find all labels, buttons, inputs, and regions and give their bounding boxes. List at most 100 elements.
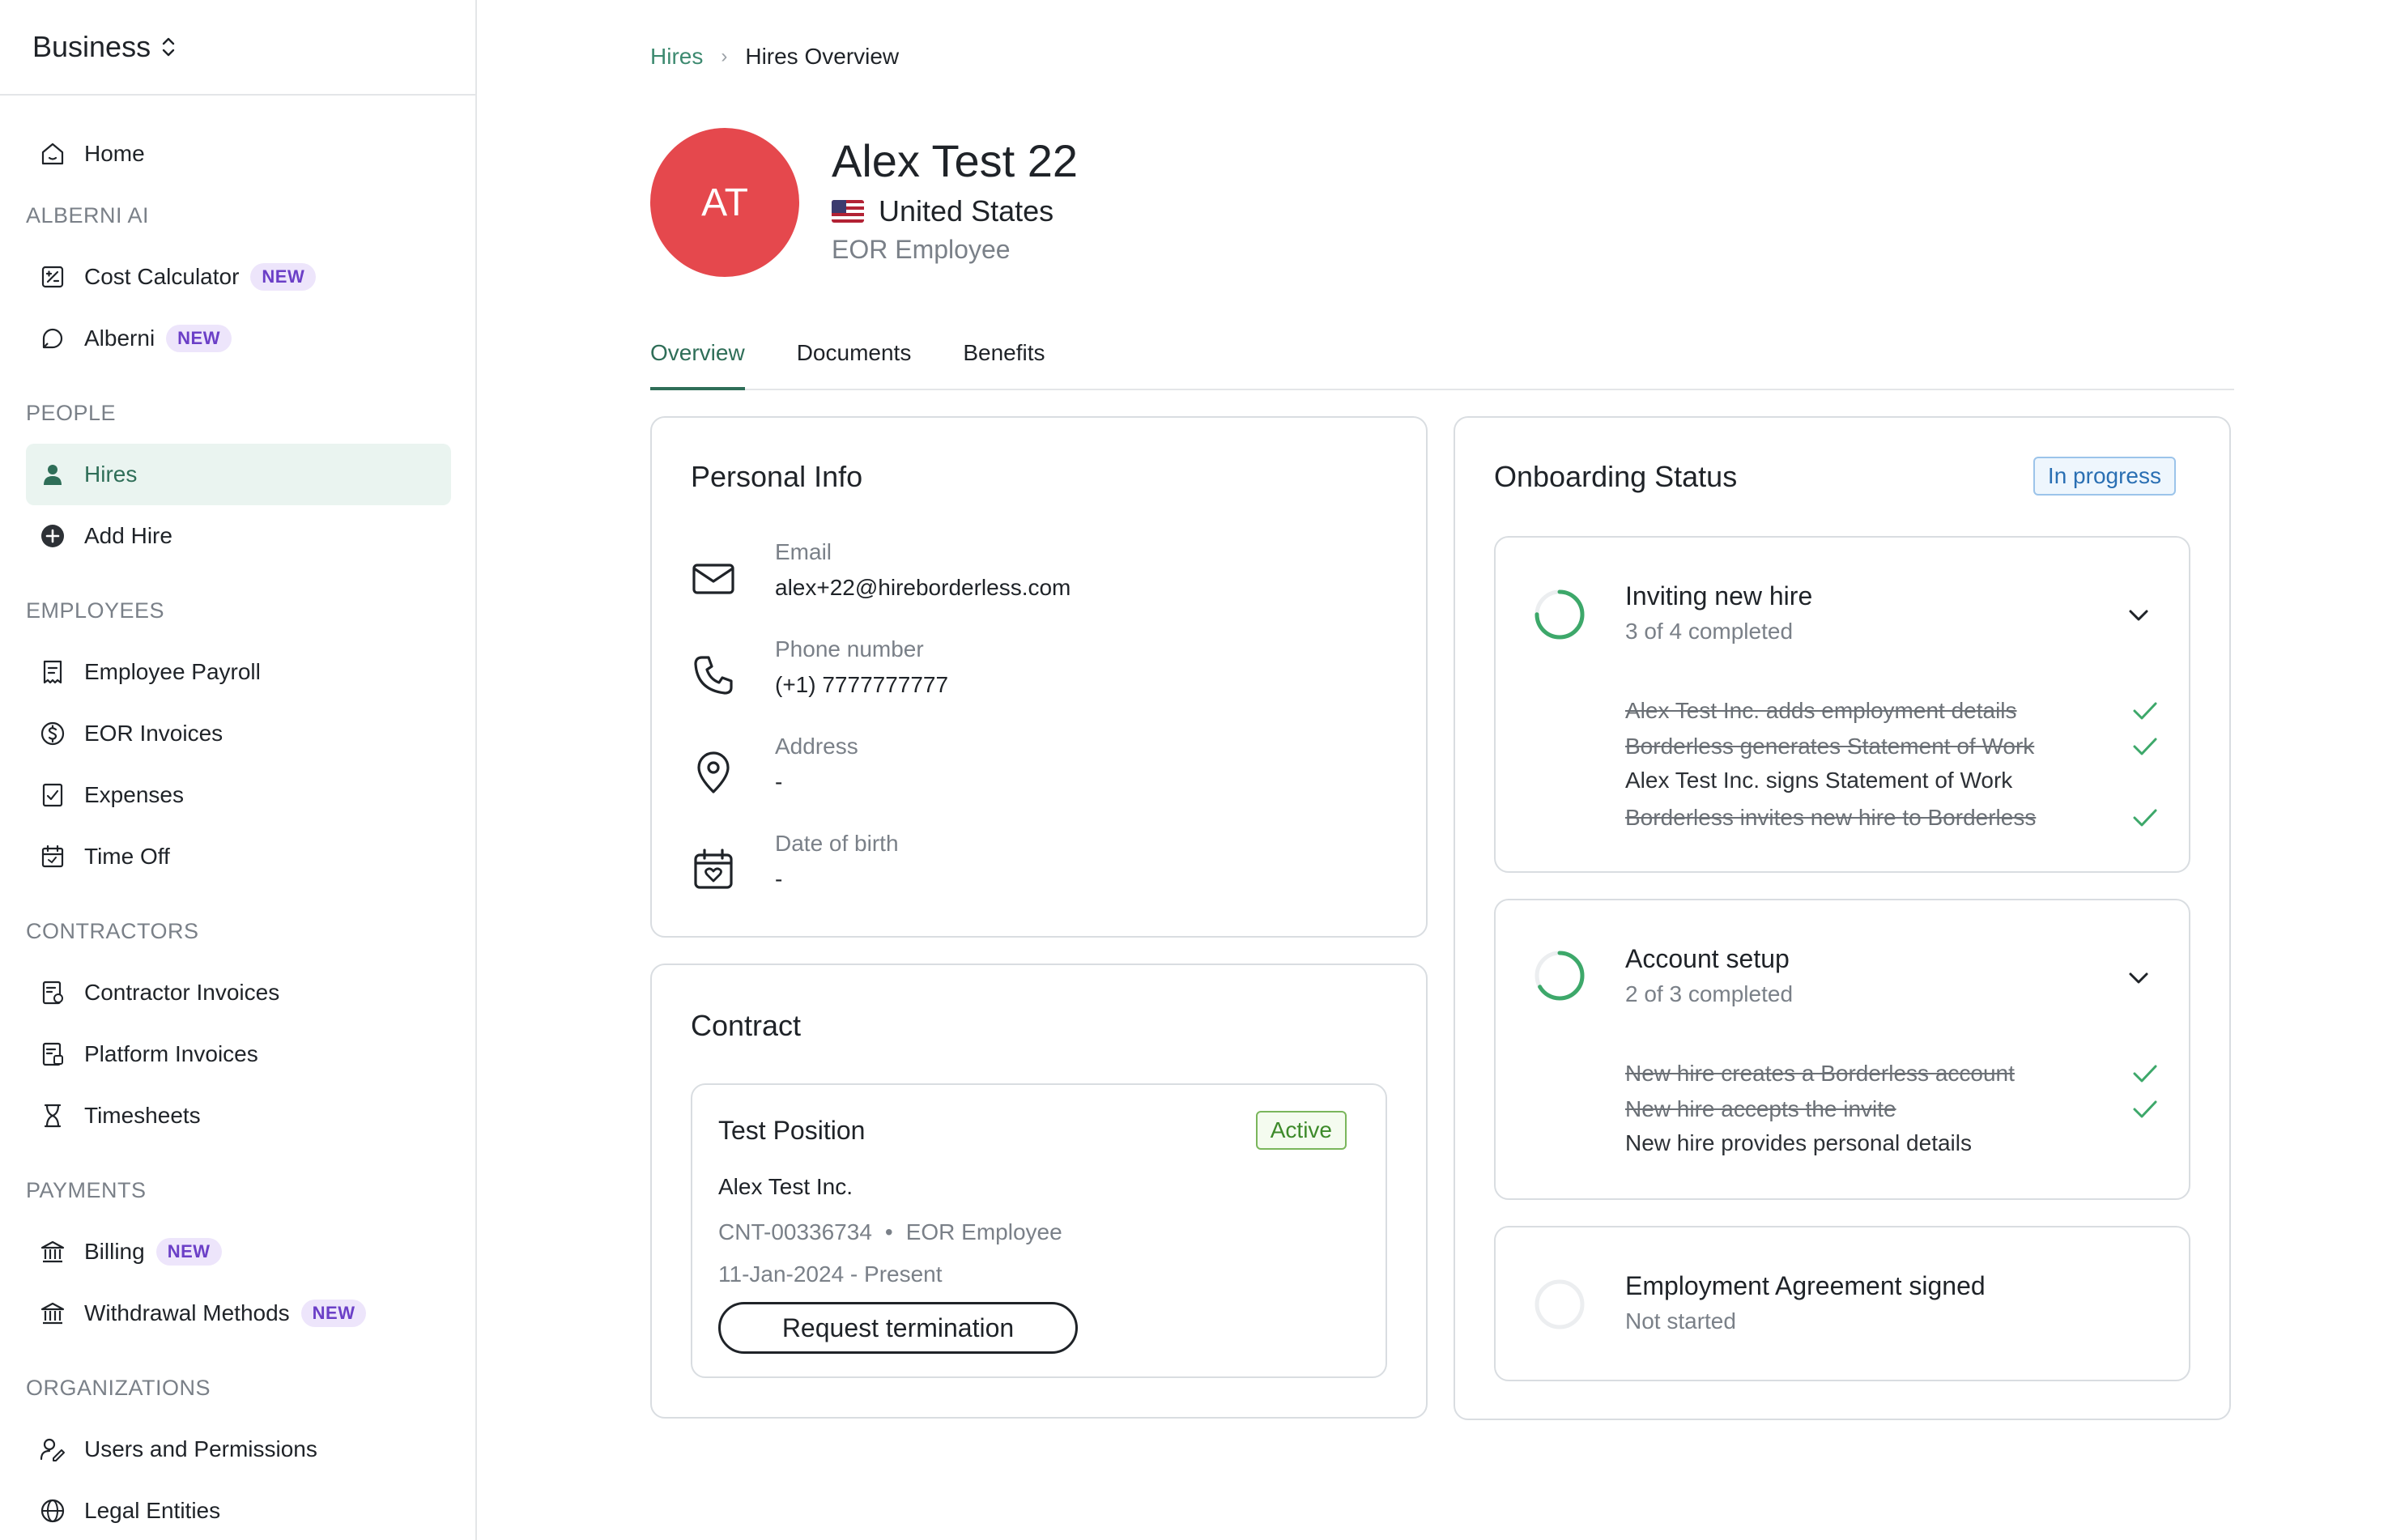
sidebar-item-label: Add Hire	[84, 523, 172, 548]
task-label: New hire creates a Borderless account	[1625, 1061, 2015, 1086]
contract-period: 11-Jan-2024 - Present	[718, 1261, 943, 1287]
check-icon	[2133, 1065, 2157, 1083]
contract-position: Test Position	[718, 1116, 866, 1145]
location-pin-icon	[697, 751, 730, 793]
sidebar-item-label: Expenses	[84, 782, 184, 807]
new-badge: NEW	[166, 325, 232, 352]
task-item: New hire creates a Borderless account	[1625, 1059, 2160, 1088]
section-alberni-ai: ALBERNI AI	[26, 202, 150, 228]
us-flag-icon	[832, 200, 864, 223]
calendar-icon	[41, 844, 64, 868]
task-label: Borderless invites new hire to Borderles…	[1625, 805, 2037, 830]
onboarding-step: Inviting new hire 3 of 4 completed Alex …	[1494, 536, 2190, 873]
sidebar-item-employee-payroll[interactable]: Employee Payroll	[26, 641, 451, 703]
sidebar-item-timesheets[interactable]: Timesheets	[26, 1085, 451, 1146]
step-title: Account setup	[1625, 944, 1790, 973]
chevron-down-icon[interactable]	[2126, 965, 2152, 991]
sidebar-item-contractor-invoices[interactable]: Contractor Invoices	[26, 962, 451, 1023]
sidebar-item-legal-entities[interactable]: Legal Entities	[26, 1480, 451, 1540]
task-item: New hire accepts the invite	[1625, 1095, 2160, 1124]
bank-icon	[40, 1302, 65, 1325]
email-row: Email alex+22@hireborderless.com	[691, 539, 1071, 601]
tab-benefits[interactable]: Benefits	[963, 324, 1045, 390]
onboarding-status-card: Onboarding Status In progress Inviting n…	[1454, 416, 2231, 1420]
step-title: Inviting new hire	[1625, 581, 1813, 610]
hourglass-icon	[44, 1104, 62, 1128]
user-edit-icon	[40, 1438, 65, 1461]
sidebar-item-label: Employee Payroll	[84, 659, 261, 684]
address-value: -	[775, 769, 783, 794]
task-item: New hire provides personal details	[1625, 1130, 2160, 1156]
contract-title: Contract	[691, 1009, 802, 1042]
globe-icon	[40, 1499, 65, 1523]
breadcrumb-current: Hires Overview	[745, 44, 900, 69]
check-icon	[2133, 702, 2157, 720]
chevron-down-icon[interactable]	[2126, 602, 2152, 628]
request-termination-button[interactable]: Request termination	[718, 1302, 1078, 1354]
contract-company: Alex Test Inc.	[718, 1174, 853, 1199]
profile-role: EOR Employee	[832, 235, 1011, 264]
chevron-up-down-icon	[162, 37, 175, 57]
invoice-icon	[42, 981, 63, 1005]
sidebar-item-eor-invoices[interactable]: EOR Invoices	[26, 703, 451, 764]
task-item: Borderless invites new hire to Borderles…	[1625, 803, 2160, 832]
task-label: Alex Test Inc. signs Statement of Work	[1625, 768, 2013, 793]
sidebar-item-add-hire[interactable]: Add Hire	[26, 505, 451, 567]
step-title: Employment Agreement signed	[1625, 1271, 1986, 1300]
sidebar-item-label: EOR Invoices	[84, 721, 223, 746]
sidebar-nav: Home ALBERNI AI Cost Calculator NEW Albe…	[0, 96, 475, 1523]
calendar-heart-icon	[694, 849, 733, 889]
breadcrumb: Hires › Hires Overview	[650, 44, 899, 70]
person-icon	[44, 465, 62, 485]
sidebar-item-hires[interactable]: Hires	[26, 444, 451, 505]
breadcrumb-link-hires[interactable]: Hires	[650, 44, 703, 70]
avatar: AT	[650, 128, 799, 277]
dob-row: Date of birth -	[691, 831, 899, 892]
step-progress: 2 of 3 completed	[1625, 981, 1794, 1006]
sidebar-item-label: Withdrawal Methods	[84, 1300, 290, 1325]
sidebar-item-cost-calculator[interactable]: Cost Calculator NEW	[26, 246, 451, 308]
country-name: United States	[879, 194, 1054, 228]
onboarding-title: Onboarding Status	[1494, 460, 1738, 493]
dob-label: Date of birth	[775, 831, 899, 856]
progress-ring-icon	[1535, 951, 1585, 1001]
tab-documents[interactable]: Documents	[797, 324, 912, 390]
mail-icon	[692, 564, 734, 594]
phone-label: Phone number	[775, 636, 924, 662]
sidebar-item-label: Timesheets	[84, 1103, 201, 1128]
address-label: Address	[775, 734, 858, 759]
sidebar-item-billing[interactable]: Billing NEW	[26, 1221, 451, 1283]
onboarding-step: Employment Agreement signed Not started	[1494, 1226, 2190, 1381]
workspace-switcher[interactable]: Business	[0, 0, 475, 96]
sidebar-item-withdrawal-methods[interactable]: Withdrawal Methods NEW	[26, 1283, 451, 1344]
contract-type: EOR Employee	[905, 1219, 1062, 1244]
sidebar-item-time-off[interactable]: Time Off	[26, 826, 451, 887]
section-organizations: ORGANIZATIONS	[26, 1375, 211, 1400]
task-item: Borderless generates Statement of Work	[1625, 732, 2160, 761]
sidebar-item-users-permissions[interactable]: Users and Permissions	[26, 1419, 451, 1480]
home-icon	[41, 143, 64, 165]
breadcrumb-separator-icon: ›	[721, 45, 728, 67]
task-label: Alex Test Inc. adds employment details	[1625, 698, 2017, 723]
sidebar-item-label: Users and Permissions	[84, 1436, 317, 1461]
section-contractors: CONTRACTORS	[26, 918, 199, 943]
sidebar-item-label: Home	[84, 141, 145, 166]
progress-ring-icon	[1535, 589, 1585, 640]
sidebar-item-label: Contractor Invoices	[84, 980, 280, 1005]
check-icon	[2133, 809, 2157, 827]
chat-bubble-icon	[42, 328, 63, 349]
sidebar-item-expenses[interactable]: Expenses	[26, 764, 451, 826]
contract-item[interactable]: Test Position Active Alex Test Inc. CNT-…	[691, 1083, 1387, 1378]
tab-overview[interactable]: Overview	[650, 324, 745, 390]
sidebar-item-alberni[interactable]: Alberni NEW	[26, 308, 451, 369]
sidebar-item-platform-invoices[interactable]: Platform Invoices	[26, 1023, 451, 1085]
contract-meta: CNT-00336734 • EOR Employee	[718, 1219, 1062, 1245]
email-label: Email	[775, 539, 832, 564]
sidebar-item-home[interactable]: Home	[26, 123, 451, 185]
phone-icon	[694, 656, 733, 695]
workspace-name: Business	[32, 30, 151, 63]
sidebar-item-label: Alberni	[84, 325, 155, 351]
address-row: Address -	[691, 734, 858, 795]
task-item: Alex Test Inc. adds employment details	[1625, 696, 2160, 725]
sidebar-item-label: Billing	[84, 1239, 145, 1264]
